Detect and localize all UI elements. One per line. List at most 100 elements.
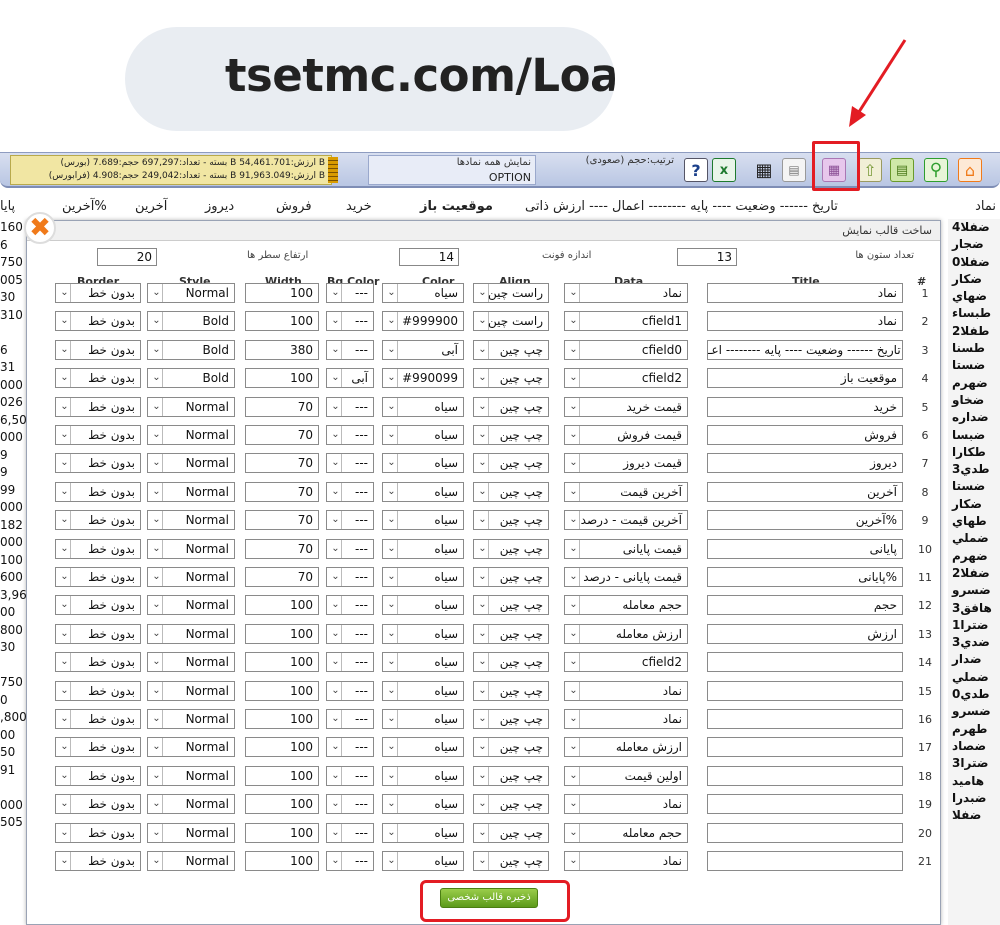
- data-select[interactable]: ⌄ قیمت دیروز: [564, 453, 688, 474]
- bg-color-select[interactable]: ⌄ ---: [326, 481, 374, 502]
- bg-color-select[interactable]: ⌄ ---: [326, 623, 374, 644]
- title-input[interactable]: [707, 822, 903, 843]
- bg-color-select[interactable]: ⌄ ---: [326, 425, 374, 445]
- bg-color-select[interactable]: ⌄ ---: [326, 822, 374, 843]
- style-select[interactable]: ⌄ Normal: [147, 851, 235, 871]
- data-select[interactable]: ⌄ نماد: [564, 680, 688, 701]
- border-select[interactable]: ⌄ بدون خط: [55, 283, 141, 303]
- title-input[interactable]: [707, 652, 903, 673]
- bg-color-select[interactable]: ⌄ ---: [326, 311, 374, 332]
- data-select[interactable]: ⌄ آخرین قیمت - درصد: [564, 510, 688, 531]
- color-select[interactable]: ⌄ سیاه: [382, 425, 464, 445]
- style-select[interactable]: ⌄ Normal: [147, 709, 235, 729]
- width-input[interactable]: 70: [245, 481, 319, 502]
- color-select[interactable]: ⌄ #999900: [382, 311, 464, 332]
- align-select[interactable]: ⌄ چپ چین: [473, 737, 549, 758]
- width-input[interactable]: 100: [245, 368, 319, 389]
- title-input[interactable]: [707, 737, 903, 758]
- help-icon[interactable]: ?: [684, 158, 708, 182]
- style-select[interactable]: ⌄ Normal: [147, 510, 235, 531]
- data-select[interactable]: ⌄ نماد: [564, 283, 688, 303]
- style-select[interactable]: ⌄ Normal: [147, 623, 235, 644]
- search-icon[interactable]: ⚲: [924, 158, 948, 182]
- data-select[interactable]: ⌄ قیمت فروش: [564, 425, 688, 445]
- border-select[interactable]: ⌄ بدون خط: [55, 595, 141, 616]
- bg-color-select[interactable]: ⌄ ---: [326, 538, 374, 559]
- style-select[interactable]: ⌄ Normal: [147, 425, 235, 445]
- title-input[interactable]: [707, 794, 903, 815]
- width-input[interactable]: 100: [245, 737, 319, 758]
- color-select[interactable]: ⌄ سیاه: [382, 623, 464, 644]
- color-select[interactable]: ⌄ آبی: [382, 339, 464, 360]
- width-input[interactable]: 100: [245, 851, 319, 871]
- data-select[interactable]: ⌄ cfield2: [564, 368, 688, 389]
- align-select[interactable]: ⌄ چپ چین: [473, 425, 549, 445]
- style-select[interactable]: ⌄ Bold: [147, 368, 235, 389]
- title-input[interactable]: ارزش: [707, 623, 903, 644]
- style-select[interactable]: ⌄ Normal: [147, 794, 235, 815]
- width-input[interactable]: 100: [245, 311, 319, 332]
- style-select[interactable]: ⌄ Normal: [147, 595, 235, 616]
- title-input[interactable]: [707, 680, 903, 701]
- data-select[interactable]: ⌄ حجم معامله: [564, 822, 688, 843]
- border-select[interactable]: ⌄ بدون خط: [55, 396, 141, 417]
- title-input[interactable]: آخرین: [707, 481, 903, 502]
- align-select[interactable]: ⌄ چپ چین: [473, 765, 549, 786]
- home-icon[interactable]: ⌂: [958, 158, 982, 182]
- color-select[interactable]: ⌄ سیاه: [382, 680, 464, 701]
- border-select[interactable]: ⌄ بدون خط: [55, 794, 141, 815]
- width-input[interactable]: 70: [245, 538, 319, 559]
- style-select[interactable]: ⌄ Normal: [147, 453, 235, 474]
- border-select[interactable]: ⌄ بدون خط: [55, 538, 141, 559]
- align-select[interactable]: ⌄ چپ چین: [473, 567, 549, 587]
- bg-color-select[interactable]: ⌄ ---: [326, 510, 374, 531]
- width-input[interactable]: 100: [245, 283, 319, 303]
- style-select[interactable]: ⌄ Normal: [147, 737, 235, 758]
- title-input[interactable]: پایانی%: [707, 567, 903, 587]
- font-size-input[interactable]: 14: [399, 248, 459, 266]
- bg-color-select[interactable]: ⌄ ---: [326, 595, 374, 616]
- width-input[interactable]: 100: [245, 595, 319, 616]
- bg-color-select[interactable]: ⌄ ---: [326, 680, 374, 701]
- title-input[interactable]: نماد: [707, 311, 903, 332]
- data-select[interactable]: ⌄ ارزش معامله: [564, 623, 688, 644]
- color-select[interactable]: ⌄ سیاه: [382, 595, 464, 616]
- border-select[interactable]: ⌄ بدون خط: [55, 368, 141, 389]
- align-select[interactable]: ⌄ چپ چین: [473, 538, 549, 559]
- data-select[interactable]: ⌄ cfield1: [564, 311, 688, 332]
- align-select[interactable]: ⌄ چپ چین: [473, 851, 549, 871]
- data-select[interactable]: ⌄ آخرین قیمت: [564, 481, 688, 502]
- title-input[interactable]: دیروز: [707, 453, 903, 474]
- color-select[interactable]: ⌄ سیاه: [382, 283, 464, 303]
- align-select[interactable]: ⌄ چپ چین: [473, 368, 549, 389]
- title-input[interactable]: خرید: [707, 396, 903, 417]
- style-select[interactable]: ⌄ Bold: [147, 311, 235, 332]
- width-input[interactable]: 100: [245, 709, 319, 729]
- bg-color-select[interactable]: ⌄ ---: [326, 283, 374, 303]
- bg-color-select[interactable]: ⌄ ---: [326, 851, 374, 871]
- color-select[interactable]: ⌄ سیاه: [382, 652, 464, 673]
- document-icon[interactable]: ▤: [782, 158, 806, 182]
- bg-color-select[interactable]: ⌄ ---: [326, 339, 374, 360]
- style-select[interactable]: ⌄ Normal: [147, 283, 235, 303]
- data-select[interactable]: ⌄ cfield2: [564, 652, 688, 673]
- width-input[interactable]: 70: [245, 567, 319, 587]
- show-filter-select[interactable]: نمایش همه نمادها OPTION: [368, 155, 536, 185]
- border-select[interactable]: ⌄ بدون خط: [55, 425, 141, 445]
- style-select[interactable]: ⌄ Normal: [147, 538, 235, 559]
- data-select[interactable]: ⌄ قیمت پایانی - درصد: [564, 567, 688, 587]
- align-select[interactable]: ⌄ چپ چین: [473, 652, 549, 673]
- color-select[interactable]: ⌄ سیاه: [382, 510, 464, 531]
- align-select[interactable]: ⌄ چپ چین: [473, 453, 549, 474]
- width-input[interactable]: 100: [245, 680, 319, 701]
- style-select[interactable]: ⌄ Bold: [147, 339, 235, 360]
- title-input[interactable]: فروش: [707, 425, 903, 445]
- align-select[interactable]: ⌄ راست چین: [473, 311, 549, 332]
- align-select[interactable]: ⌄ چپ چین: [473, 481, 549, 502]
- width-input[interactable]: 70: [245, 425, 319, 445]
- style-select[interactable]: ⌄ Normal: [147, 396, 235, 417]
- squares-icon[interactable]: ▦: [752, 158, 776, 182]
- border-select[interactable]: ⌄ بدون خط: [55, 481, 141, 502]
- data-select[interactable]: ⌄ حجم معامله: [564, 595, 688, 616]
- color-select[interactable]: ⌄ سیاه: [382, 794, 464, 815]
